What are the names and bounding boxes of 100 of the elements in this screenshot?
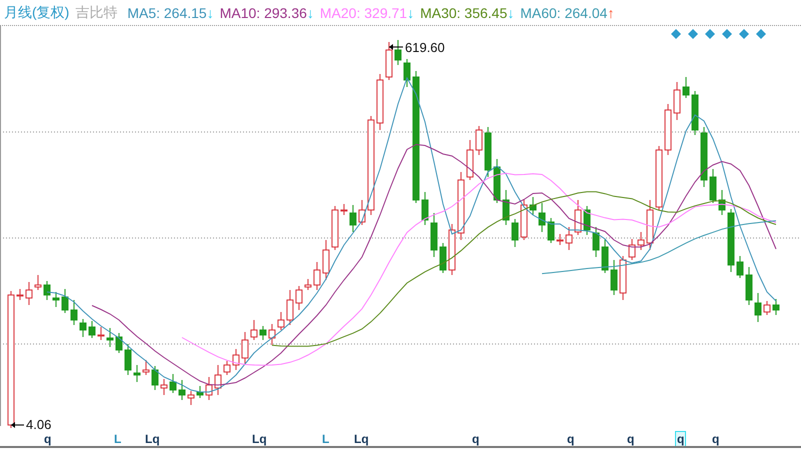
moving-average-value: MA20: 329.71 xyxy=(320,4,408,20)
candlestick xyxy=(548,218,554,244)
candlestick xyxy=(286,290,294,326)
candlestick xyxy=(214,364,222,396)
event-marker[interactable]: q xyxy=(675,431,686,447)
candlestick xyxy=(170,374,176,394)
moving-average-value: MA30: 356.45 xyxy=(420,4,508,20)
candlestick xyxy=(502,190,510,226)
candlestick xyxy=(88,320,96,338)
candlestick xyxy=(664,104,672,156)
candlestick xyxy=(656,146,662,210)
trend-arrow: ↓ xyxy=(306,4,314,20)
candlestick xyxy=(232,348,240,370)
event-marker[interactable]: Lq xyxy=(352,431,371,447)
candlestick xyxy=(646,200,654,250)
candlestick xyxy=(386,42,392,80)
candlestick xyxy=(44,280,50,300)
candlestick xyxy=(430,212,438,258)
candlestick xyxy=(592,226,600,258)
moving-average-value: MA60: 264.04 xyxy=(520,4,608,20)
candlestick xyxy=(512,218,518,248)
candlestick xyxy=(278,312,284,330)
candlestick xyxy=(160,378,168,396)
candlestick xyxy=(404,58,410,88)
candlestick xyxy=(358,200,366,226)
candlestick xyxy=(16,288,24,300)
candlestick xyxy=(700,126,708,188)
candlestick xyxy=(98,326,104,340)
candlestick xyxy=(224,360,230,376)
candlestick xyxy=(376,74,384,130)
high-price-label: 619.60 xyxy=(405,40,445,55)
candlestick xyxy=(556,234,564,246)
candlestick xyxy=(754,292,762,322)
candlestick xyxy=(188,390,194,406)
candlestick xyxy=(350,204,356,232)
candlestick xyxy=(260,326,266,340)
candlestick xyxy=(538,202,546,232)
high-pointer-arrow xyxy=(388,44,404,50)
event-marker[interactable]: q xyxy=(710,431,722,447)
trend-arrow: ↓ xyxy=(206,4,214,20)
candlestick xyxy=(494,158,500,204)
candlestick xyxy=(440,242,446,274)
candlestick xyxy=(34,274,42,290)
stock-name: 吉比特 xyxy=(75,4,118,22)
candlestick xyxy=(638,232,644,250)
candlestick xyxy=(332,206,338,250)
candlestick xyxy=(304,278,312,290)
candlestick xyxy=(602,238,608,274)
moving-average-value: MA5: 264.15 xyxy=(127,4,207,20)
trend-arrow: ↓ xyxy=(507,4,514,20)
candlestick xyxy=(196,386,204,398)
candlestick xyxy=(682,76,690,98)
candlestick xyxy=(314,262,320,290)
candlestick xyxy=(610,260,618,296)
candlestick xyxy=(628,238,636,260)
candlestick xyxy=(80,318,86,338)
candlestick xyxy=(70,300,78,326)
candlestick xyxy=(206,376,212,400)
candlestick xyxy=(584,206,590,236)
candlestick xyxy=(394,40,402,66)
candlestick xyxy=(242,332,248,366)
event-marker[interactable]: Lq xyxy=(143,431,162,447)
candlestick xyxy=(422,192,428,226)
candlestick xyxy=(772,298,780,316)
candlestick xyxy=(340,204,348,216)
event-marker[interactable]: q xyxy=(42,431,54,447)
candlestick xyxy=(484,126,492,178)
event-marker[interactable]: L xyxy=(320,431,332,447)
event-marker[interactable]: q xyxy=(470,431,482,447)
trend-arrow: ↓ xyxy=(407,4,414,20)
candlestick xyxy=(62,288,68,314)
candlestick xyxy=(142,360,150,376)
candlestick xyxy=(718,190,726,216)
candlestick xyxy=(134,364,140,382)
event-marker[interactable]: q xyxy=(625,431,636,447)
candlestick xyxy=(620,256,626,300)
candlestick xyxy=(692,90,698,136)
candlestick xyxy=(466,140,474,180)
candlestick xyxy=(250,320,258,340)
candlestick xyxy=(710,168,716,204)
candlestick xyxy=(124,344,132,376)
candlestick xyxy=(520,198,528,240)
candlestick xyxy=(458,172,464,240)
event-marker[interactable]: q xyxy=(565,431,576,447)
candlestick xyxy=(574,200,582,236)
candlestick xyxy=(268,324,276,346)
event-marker[interactable]: L xyxy=(112,431,124,447)
candlestick xyxy=(746,266,752,306)
event-marker[interactable]: Lq xyxy=(250,431,269,447)
low-price-label: 4.06 xyxy=(26,417,52,432)
trend-arrow: ↑ xyxy=(607,4,614,20)
candlestick xyxy=(674,82,680,120)
candlestick xyxy=(476,126,482,156)
candlestick xyxy=(764,300,770,316)
candlestick xyxy=(566,226,572,250)
candlestick xyxy=(106,328,114,348)
low-pointer-arrow xyxy=(10,422,24,428)
candlestick xyxy=(530,196,536,216)
candlestick xyxy=(152,366,158,390)
candlestick xyxy=(178,380,186,400)
